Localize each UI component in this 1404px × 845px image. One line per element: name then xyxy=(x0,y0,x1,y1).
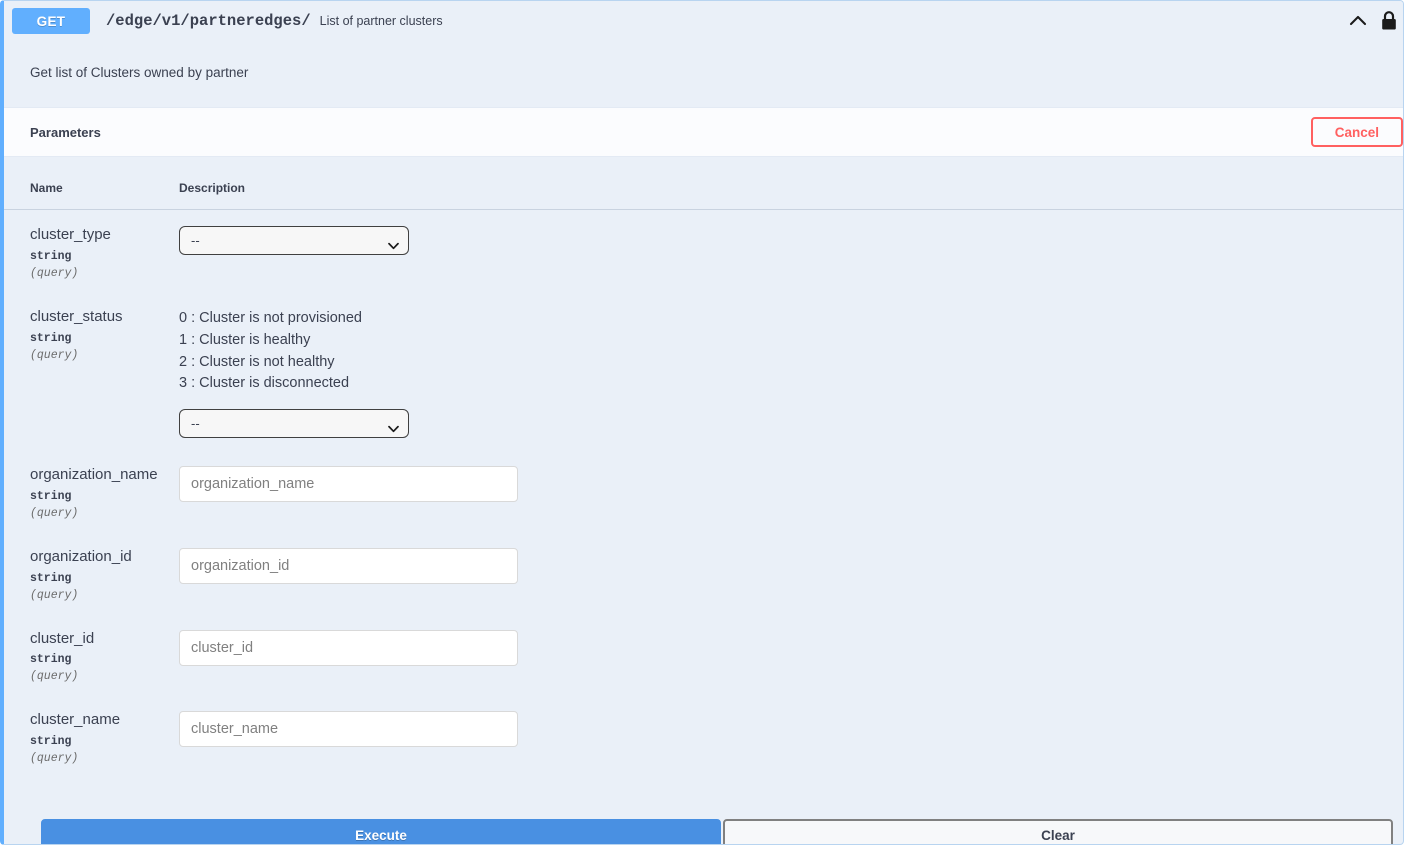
enum-description-line: 0 : Cluster is not provisioned xyxy=(179,310,362,326)
parameter-row: cluster_namestring (query) xyxy=(4,695,1403,777)
operation-summary: List of partner clusters xyxy=(319,14,443,28)
parameter-row: cluster_statusstring (query) 0 : Cluster i… xyxy=(4,292,1403,450)
parameter-control-cell xyxy=(179,614,1403,696)
parameter-name-cell: organization_idstring (query) xyxy=(4,532,179,614)
parameter-type: string xyxy=(30,331,72,345)
parameter-control-cell xyxy=(179,450,1403,532)
operation-path: /edge/v1/partneredges/ xyxy=(106,12,311,30)
parameter-name-cell: cluster_namestring (query) xyxy=(4,695,179,777)
enum-description-line: 2 : Cluster is not healthy xyxy=(179,353,335,370)
parameter-input-cluster_id[interactable] xyxy=(179,629,518,666)
parameter-location: (query) xyxy=(30,348,79,362)
lock-icon[interactable] xyxy=(1379,10,1399,32)
parameter-type: string xyxy=(30,571,72,585)
parameters-header-bar: Parameters Cancel xyxy=(4,107,1403,158)
parameter-row: cluster_idstring (query) xyxy=(4,614,1403,696)
parameter-select-cluster_status[interactable]: -- xyxy=(179,409,409,438)
parameter-control-cell: -- xyxy=(179,210,1403,292)
parameters-title: Parameters xyxy=(30,124,101,140)
operation-header[interactable]: GET /edge/v1/partneredges/ List of partn… xyxy=(4,1,1403,41)
clear-button[interactable]: Clear xyxy=(723,819,1393,844)
parameter-name-cell: cluster_statusstring (query) xyxy=(4,292,179,450)
http-method-badge: GET xyxy=(12,8,90,34)
parameters-area: Name Description cluster_typestring (quer… xyxy=(4,157,1403,777)
parameter-name-cell: cluster_idstring (query) xyxy=(4,614,179,696)
parameter-input-organization_id[interactable] xyxy=(179,547,518,584)
parameter-name-cell: organization_namestring (query) xyxy=(4,450,179,532)
parameter-type: string xyxy=(30,250,72,263)
parameter-select-wrapper: -- xyxy=(179,409,409,438)
parameter-type: string xyxy=(30,735,72,748)
operation-header-controls xyxy=(1347,10,1403,32)
parameter-row: cluster_typestring (query) -- xyxy=(4,210,1403,292)
parameter-location: (query) xyxy=(30,588,79,602)
parameter-name: organization_name xyxy=(30,466,158,483)
parameter-input-cluster_name[interactable] xyxy=(179,711,518,748)
parameters-table-body: cluster_type string (query) -- cluster_statu… xyxy=(4,210,1403,777)
parameter-input-organization_name[interactable] xyxy=(179,466,518,502)
operation-description: Get list of Clusters owned by partner xyxy=(4,41,1403,108)
enum-description-line: 1 : Cluster is healthy xyxy=(179,331,311,348)
parameter-name-cell: cluster_typestring (query) xyxy=(4,210,179,292)
execute-button[interactable]: Execute xyxy=(41,819,721,844)
parameter-type: string xyxy=(30,489,72,503)
parameter-location: (query) xyxy=(30,506,79,520)
api-operation-block: GET /edge/v1/partneredges/ List of partn… xyxy=(0,0,1404,845)
parameter-row: organization_idstring (query) xyxy=(4,532,1403,614)
parameter-location: (query) xyxy=(30,670,79,684)
enum-description-line: 3 : Cluster is disconnected xyxy=(179,375,350,392)
parameter-name: cluster_id xyxy=(30,629,95,647)
column-header-description: Description xyxy=(179,157,1403,211)
parameter-name: cluster_name xyxy=(30,711,121,729)
chevron-up-icon[interactable] xyxy=(1347,10,1369,32)
parameter-name: organization_id xyxy=(30,547,132,565)
parameter-control-cell xyxy=(179,695,1403,777)
parameter-row: organization_namestring (query) xyxy=(4,450,1403,532)
parameter-control-cell: 0 : Cluster is not provisioned 1 : Cluste… xyxy=(179,292,1403,450)
parameter-select-cluster_type[interactable]: -- xyxy=(179,226,409,256)
cancel-button[interactable]: Cancel xyxy=(1310,117,1403,148)
parameter-name: cluster_type xyxy=(30,226,111,244)
parameter-enum-description: 0 : Cluster is not provisioned 1 : Cluste… xyxy=(179,308,1393,395)
action-buttons: Execute Clear xyxy=(41,819,1393,844)
parameter-control-cell xyxy=(179,532,1403,614)
column-header-name: Name xyxy=(4,157,179,211)
parameter-location: (query) xyxy=(30,752,79,765)
parameter-name: cluster_status xyxy=(30,308,123,325)
parameters-table-head: Name Description xyxy=(4,157,1403,211)
parameter-select-wrapper: -- xyxy=(179,226,409,256)
parameter-type: string xyxy=(30,653,72,667)
table-header-row: Name Description xyxy=(4,157,1403,211)
parameter-location: (query) xyxy=(30,267,79,280)
parameters-table: Name Description cluster_typestring (quer… xyxy=(4,157,1403,777)
